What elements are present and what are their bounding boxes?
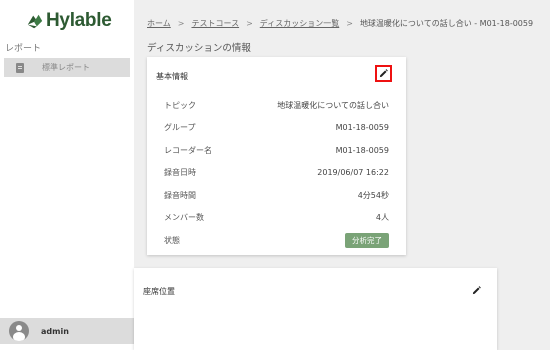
breadcrumb-separator: > xyxy=(246,19,253,28)
user-avatar-icon xyxy=(9,321,29,341)
user-menu[interactable]: admin xyxy=(0,318,134,344)
user-name: admin xyxy=(41,326,69,336)
card-title: 基本情報 xyxy=(156,72,188,81)
page-title: ディスカッションの情報 xyxy=(147,43,251,54)
info-key: 録音時間 xyxy=(164,190,196,200)
logo-text: Hylable xyxy=(46,10,112,31)
info-value: M01-18-0059 xyxy=(335,123,389,133)
info-row-datetime: 録音日時 2019/06/07 16:22 xyxy=(164,162,389,185)
breadcrumb-separator: > xyxy=(346,19,353,28)
info-value: M01-18-0059 xyxy=(335,145,389,155)
edit-info-button[interactable] xyxy=(375,65,392,82)
info-row-status: 状態 分析完了 xyxy=(164,229,389,252)
sidebar: Hylable レポート 標準レポート admin xyxy=(0,0,134,350)
info-key: グループ xyxy=(164,123,196,133)
seat-position-card: 座席位置 xyxy=(134,268,497,350)
sidebar-item-standard-report[interactable]: 標準レポート xyxy=(4,58,130,77)
breadcrumb: ホーム > テストコース > ディスカッション一覧 > 地球温暖化についての話し… xyxy=(147,18,533,29)
pencil-icon xyxy=(472,286,481,295)
info-row-recorder: レコーダー名 M01-18-0059 xyxy=(164,139,389,162)
hylable-logo-icon xyxy=(27,14,43,29)
pencil-icon xyxy=(379,69,388,78)
info-key: レコーダー名 xyxy=(164,145,212,155)
info-key: 状態 xyxy=(164,235,180,245)
edit-seat-button[interactable] xyxy=(468,282,485,299)
info-value: 2019/06/07 16:22 xyxy=(317,168,389,178)
info-row-topic: トピック 地球温暖化についての話し合い xyxy=(164,94,389,117)
info-value: 4人 xyxy=(375,213,389,223)
breadcrumb-course[interactable]: テストコース xyxy=(191,18,239,29)
card-title: 座席位置 xyxy=(143,287,175,296)
info-key: 録音日時 xyxy=(164,168,196,178)
basic-info-card: 基本情報 トピック 地球温暖化についての話し合い グループ M01-18-005… xyxy=(147,57,406,255)
sidebar-section-title: レポート xyxy=(5,44,42,54)
info-value: 4分54秒 xyxy=(357,190,389,200)
info-key: メンバー数 xyxy=(164,213,204,223)
clipboard-icon xyxy=(16,62,24,73)
info-row-group: グループ M01-18-0059 xyxy=(164,117,389,140)
info-value: 地球温暖化についての話し合い xyxy=(277,100,389,110)
logo[interactable]: Hylable xyxy=(26,10,112,32)
info-key: トピック xyxy=(164,100,196,110)
breadcrumb-separator: > xyxy=(177,19,185,28)
breadcrumb-discussion-list[interactable]: ディスカッション一覧 xyxy=(260,18,339,29)
info-table: トピック 地球温暖化についての話し合い グループ M01-18-0059 レコー… xyxy=(164,94,389,252)
status-badge: 分析完了 xyxy=(345,232,389,248)
breadcrumb-current: 地球温暖化についての話し合い - M01-18-0059 xyxy=(359,19,534,28)
info-row-duration: 録音時間 4分54秒 xyxy=(164,184,389,207)
info-row-members: メンバー数 4人 xyxy=(164,207,389,230)
breadcrumb-home[interactable]: ホーム xyxy=(147,18,171,29)
sidebar-item-label: 標準レポート xyxy=(42,63,90,72)
